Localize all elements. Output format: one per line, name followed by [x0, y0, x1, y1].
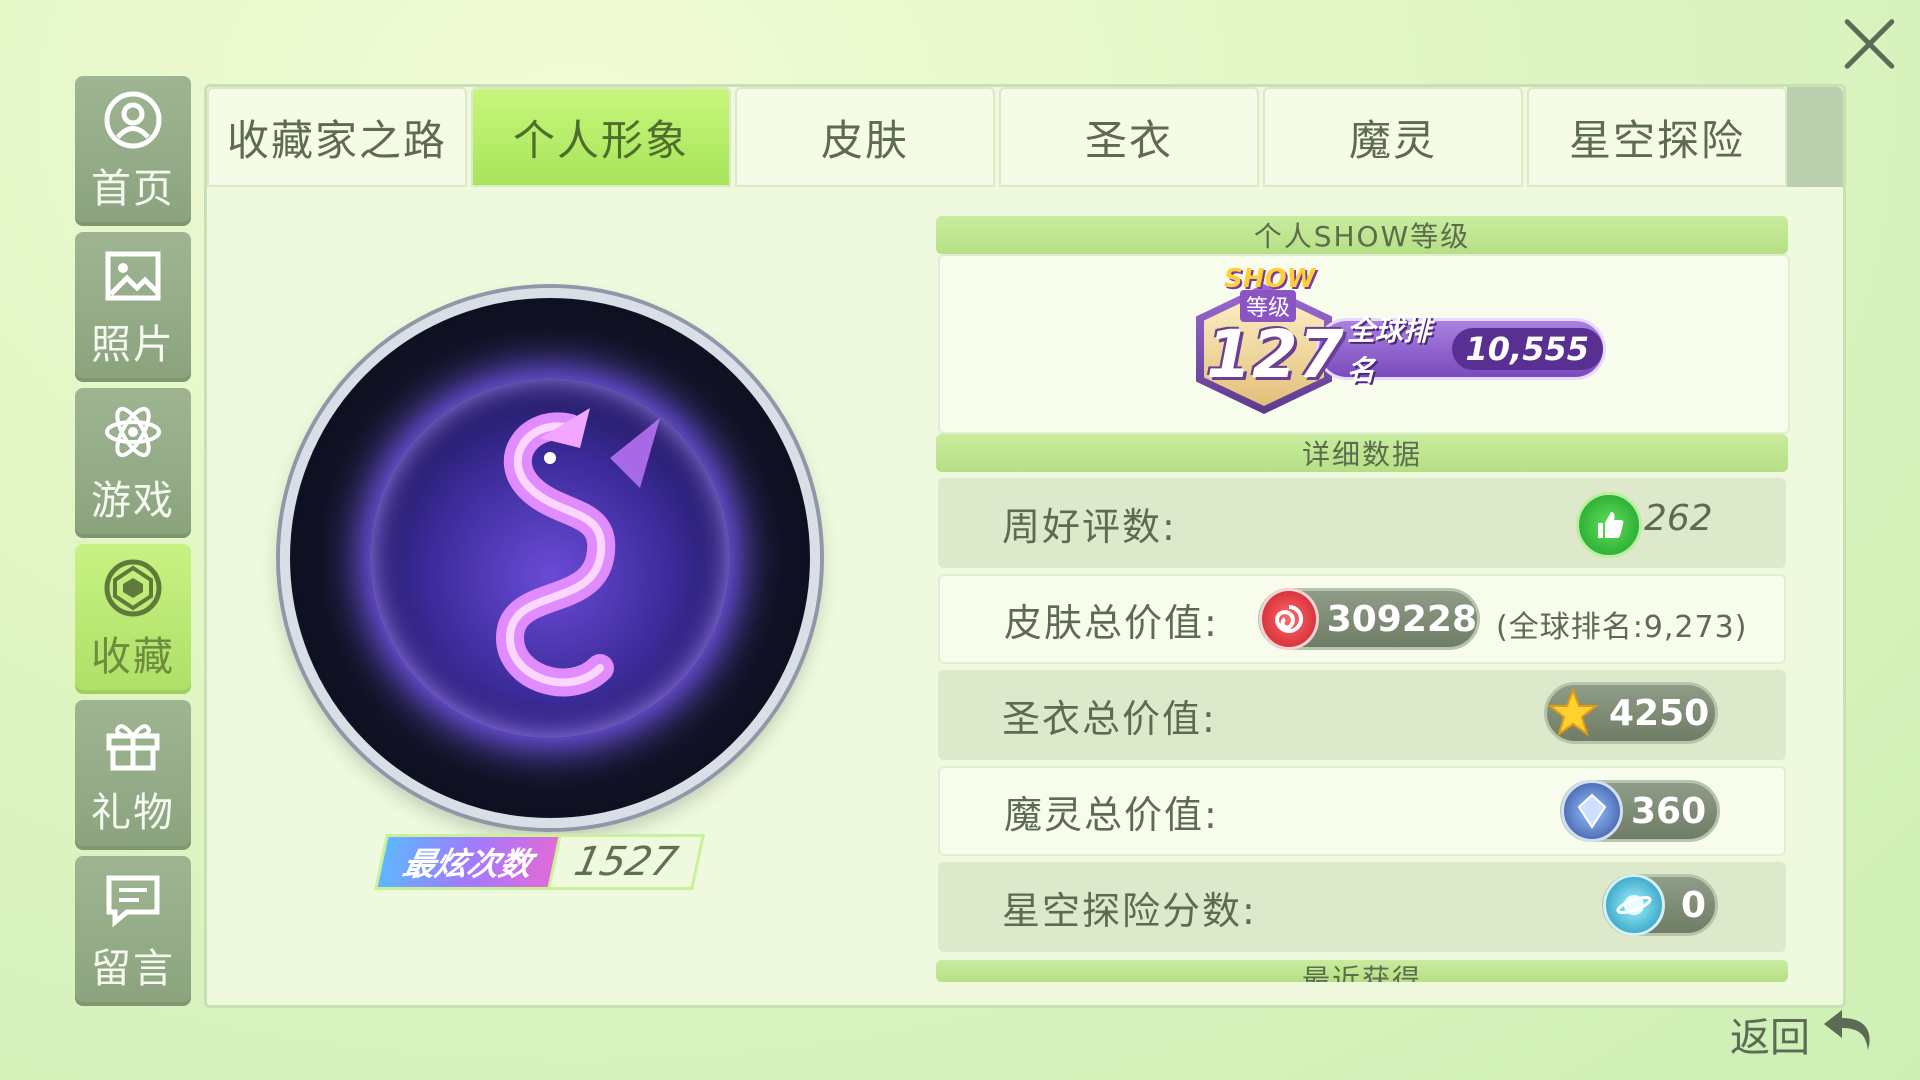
spirit-value-row: 魔灵总价值: 360 — [938, 766, 1786, 856]
tab-personal-image[interactable]: 个人形象 — [471, 87, 731, 187]
skin-global-rank-note: (全球排名:9,273) — [1496, 610, 1748, 645]
skin-value-pill: 309228 — [1258, 588, 1480, 650]
spirit-value-number: 360 — [1631, 790, 1707, 832]
star-explore-label: 星空探险分数: — [1002, 888, 1257, 933]
atom-icon — [101, 400, 165, 464]
tab-bar-filler — [1787, 87, 1843, 187]
image-icon — [101, 244, 165, 308]
skin-value-number: 309228 — [1326, 598, 1477, 640]
spirit-value-pill: 360 — [1560, 780, 1720, 842]
sidebar-item-games[interactable]: 游戏 — [75, 388, 191, 538]
tab-bar: 收藏家之路 个人形象 皮肤 圣衣 魔灵 星空探险 — [207, 87, 1791, 187]
armor-value-row: 圣衣总价值: 4250 — [938, 670, 1786, 760]
sidebar-item-photos[interactable]: 照片 — [75, 232, 191, 382]
sidebar-item-label: 照片 — [91, 322, 175, 368]
star-explore-row: 星空探险分数: 0 — [938, 862, 1786, 952]
swirl-coin-icon — [1259, 588, 1319, 650]
star-explore-pill: 0 — [1602, 874, 1718, 936]
show-level-number: 127 — [1206, 316, 1344, 393]
sidebar-item-label: 首页 — [91, 166, 175, 212]
spirit-value-label: 魔灵总价值: — [1004, 792, 1219, 837]
thumbs-up-icon — [1576, 492, 1642, 558]
global-rank-pill: 全球排名 10,555 — [1316, 314, 1606, 387]
skin-value-row: 皮肤总价值: 309228 (全球排名:9,273) — [938, 574, 1786, 664]
show-level-header: 个人SHOW等级 — [936, 216, 1788, 254]
sidebar-item-label: 游戏 — [91, 478, 175, 524]
crystal-icon — [1561, 780, 1623, 842]
global-rank-value: 10,555 — [1451, 328, 1603, 370]
planet-icon — [1603, 874, 1665, 936]
tab-armor[interactable]: 圣衣 — [999, 87, 1259, 187]
weekly-likes-value: 262 — [1644, 498, 1713, 539]
back-label: 返回 — [1730, 1015, 1810, 1061]
gem-icon — [101, 556, 165, 620]
recent-gains-header: 最近获得 — [936, 960, 1788, 982]
sidebar-item-messages[interactable]: 留言 — [75, 856, 191, 1006]
star-icon — [1545, 685, 1601, 741]
gift-icon — [101, 712, 165, 776]
sidebar: 首页 照片 游戏 收藏 礼物 留言 — [75, 76, 191, 1012]
back-button[interactable]: 返回 — [1730, 1004, 1876, 1064]
recent-gains-title: 最近获得 — [1301, 963, 1422, 982]
tab-star-explore[interactable]: 星空探险 — [1527, 87, 1787, 187]
detail-data-header: 详细数据 — [936, 434, 1788, 472]
user-circle-icon — [101, 88, 165, 152]
sidebar-item-home[interactable]: 首页 — [75, 76, 191, 226]
sidebar-item-label: 留言 — [91, 946, 175, 992]
show-level-box: SHOW 等级 全球排名 10,555 127 — [938, 254, 1790, 434]
weekly-likes-label: 周好评数: — [1002, 504, 1177, 549]
close-button[interactable] — [1840, 14, 1898, 72]
sidebar-item-gifts[interactable]: 礼物 — [75, 700, 191, 850]
show-level-badge: SHOW 等级 全球排名 10,555 127 — [1196, 264, 1636, 414]
global-rank-label: 全球排名 — [1347, 314, 1432, 387]
weekly-likes-row: 周好评数: 262 — [938, 478, 1786, 568]
tab-collector-road[interactable]: 收藏家之路 — [207, 87, 467, 187]
skin-value-label: 皮肤总价值: — [1004, 600, 1219, 645]
sidebar-item-label: 收藏 — [91, 634, 175, 680]
show-count-tag: 最炫次数 1527 — [374, 834, 706, 890]
tab-skins[interactable]: 皮肤 — [735, 87, 995, 187]
avatar-frame[interactable] — [280, 288, 820, 828]
return-arrow-icon — [1820, 1004, 1876, 1064]
armor-value-pill: 4250 — [1544, 682, 1718, 744]
dragon-avatar-image — [370, 378, 730, 738]
armor-value-label: 圣衣总价值: — [1002, 696, 1217, 741]
show-count-value: 1527 — [550, 834, 705, 890]
sidebar-item-label: 礼物 — [91, 790, 175, 836]
chat-icon — [101, 868, 165, 932]
star-explore-number: 0 — [1681, 884, 1707, 926]
show-count-label: 最炫次数 — [374, 834, 562, 890]
sidebar-item-collection[interactable]: 收藏 — [75, 544, 191, 694]
tab-spirits[interactable]: 魔灵 — [1263, 87, 1523, 187]
armor-value-number: 4250 — [1609, 692, 1710, 734]
